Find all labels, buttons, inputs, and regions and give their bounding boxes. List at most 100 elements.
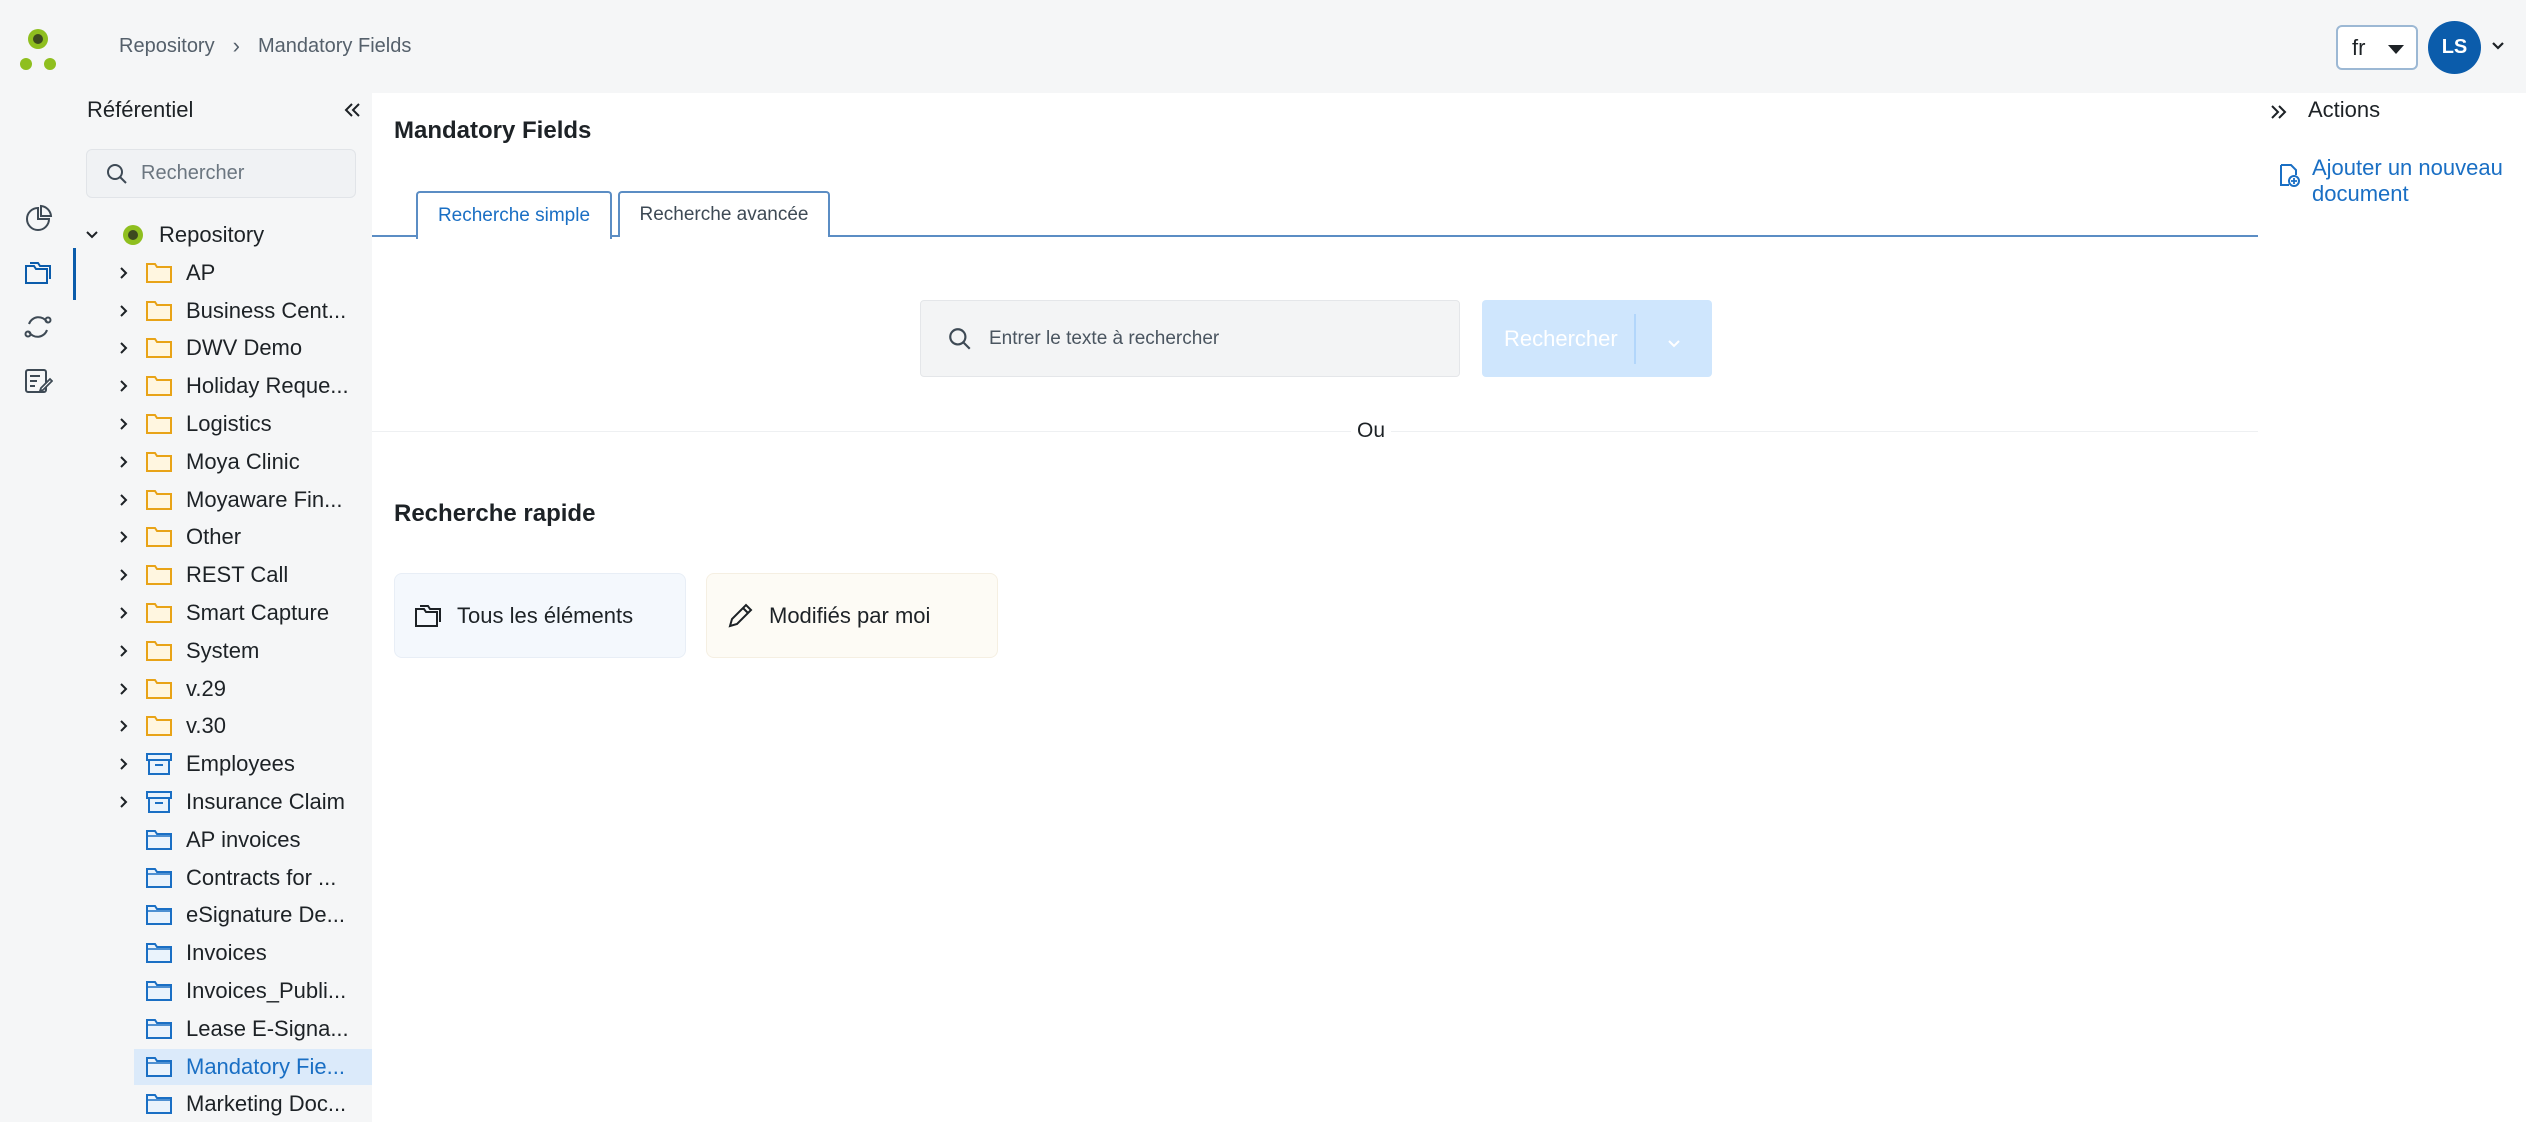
tree-item[interactable]: AP invoices: [76, 822, 372, 858]
tree-item-label: Contracts for ...: [186, 864, 337, 890]
tree-item-label: AP invoices: [186, 826, 301, 852]
archive-icon: [146, 752, 172, 776]
tree-item[interactable]: Moyaware Fin...: [76, 482, 372, 518]
chevron-right-icon[interactable]: [114, 792, 134, 812]
search-folder-icon: [146, 1017, 172, 1041]
folder-icon: [146, 563, 172, 587]
chevron-right-icon[interactable]: [114, 452, 134, 472]
expand-panel-icon[interactable]: [2268, 101, 2290, 128]
quick-modified-by-me-button[interactable]: Modifiés par moi: [706, 573, 998, 658]
language-select[interactable]: fr: [2336, 25, 2418, 70]
chevron-right-icon[interactable]: [114, 679, 134, 699]
tab-advanced-search[interactable]: Recherche avancée: [618, 191, 830, 237]
chevron-right-icon[interactable]: [114, 414, 134, 434]
quick-all-items-button[interactable]: Tous les éléments: [394, 573, 686, 658]
main-content: Mandatory Fields Recherche simple Recher…: [372, 93, 2258, 1122]
search-button[interactable]: Rechercher: [1482, 300, 1712, 377]
search-folder-icon: [146, 903, 172, 927]
chevron-right-icon[interactable]: [114, 527, 134, 547]
tree-item[interactable]: AP: [76, 255, 372, 291]
quick-modified-by-me-label: Modifiés par moi: [769, 602, 931, 628]
search-input[interactable]: Entrer le texte à rechercher: [920, 300, 1460, 377]
tree-item[interactable]: Marketing Doc...: [76, 1086, 372, 1122]
quick-search-title: Recherche rapide: [394, 500, 596, 527]
tree-item[interactable]: Business Cent...: [76, 293, 372, 329]
tree-item[interactable]: Holiday Reque...: [76, 368, 372, 404]
chevron-right-icon[interactable]: [114, 565, 134, 585]
tree-item[interactable]: Smart Capture: [76, 595, 372, 631]
dashboard-icon[interactable]: [22, 203, 54, 235]
folder-icon: [146, 299, 172, 323]
avatar[interactable]: LS: [2428, 21, 2481, 74]
chevron-down-icon[interactable]: [2490, 38, 2506, 59]
tree-item[interactable]: Invoices_Publi...: [76, 973, 372, 1009]
or-divider: [372, 431, 2258, 432]
chevron-right-icon[interactable]: [114, 716, 134, 736]
tree-item[interactable]: Employees: [76, 746, 372, 782]
search-folder-icon: [146, 1055, 172, 1079]
workflow-icon[interactable]: [22, 311, 54, 343]
language-value: fr: [2352, 34, 2366, 60]
chevron-right-icon[interactable]: [114, 754, 134, 774]
tree-item[interactable]: eSignature De...: [76, 897, 372, 933]
tree-search-input[interactable]: Rechercher: [86, 149, 356, 198]
chevron-right-icon[interactable]: [114, 263, 134, 283]
add-document-icon: [2280, 164, 2300, 187]
tree-panel-title: Référentiel: [87, 97, 194, 122]
tree-item-label: Logistics: [186, 411, 272, 436]
search-placeholder: Entrer le texte à rechercher: [989, 327, 1220, 349]
tree-item[interactable]: Logistics: [76, 406, 372, 442]
search-icon: [107, 163, 127, 184]
search-folder-icon: [146, 828, 172, 852]
folders-icon: [415, 604, 441, 627]
page-title: Mandatory Fields: [394, 117, 592, 144]
caret-down-icon: [2388, 45, 2404, 54]
actions-panel: Actions Ajouter un nouveau document: [2258, 93, 2526, 1122]
chevron-right-icon[interactable]: [114, 338, 134, 358]
breadcrumb-item-repository[interactable]: Repository: [119, 35, 215, 58]
left-rail: [0, 93, 76, 1122]
tree-item[interactable]: REST Call: [76, 557, 372, 593]
button-divider: [1634, 314, 1636, 364]
tree-item[interactable]: Invoices: [76, 935, 372, 971]
tree-item[interactable]: Other: [76, 519, 372, 555]
pencil-icon: [728, 603, 753, 627]
tree-item[interactable]: Mandatory Fie...: [134, 1048, 372, 1085]
search-folder-icon: [146, 979, 172, 1003]
chevron-down-icon[interactable]: [1666, 332, 1682, 358]
add-document-link[interactable]: Ajouter un nouveau document: [2278, 155, 2512, 207]
tree-root-repository[interactable]: Repository: [76, 217, 372, 253]
tree-item-label: Lease E-Signa...: [186, 1015, 349, 1041]
chevron-right-icon[interactable]: [114, 490, 134, 510]
chevron-right-icon[interactable]: [114, 603, 134, 623]
chevron-right-icon[interactable]: [114, 376, 134, 396]
tasks-icon[interactable]: [22, 365, 54, 397]
tree-item[interactable]: v.30: [76, 708, 372, 744]
tree-item-label: Employees: [186, 751, 295, 777]
app-logo-icon[interactable]: [18, 26, 58, 72]
tree-item[interactable]: Contracts for ...: [76, 860, 372, 896]
tree-item[interactable]: v.29: [76, 671, 372, 707]
tree-item[interactable]: Moya Clinic: [76, 444, 372, 480]
quick-all-items-label: Tous les éléments: [457, 602, 634, 628]
chevron-right-icon[interactable]: [114, 641, 134, 661]
add-document-label: Ajouter un nouveau document: [2312, 155, 2503, 206]
tree-item[interactable]: Insurance Claim: [76, 784, 372, 820]
tree-item-label: REST Call: [186, 562, 289, 588]
top-bar: Repository › Mandatory Fields fr LS: [0, 0, 2526, 93]
search-icon: [949, 327, 971, 350]
tree-item[interactable]: DWV Demo: [76, 330, 372, 366]
tree-item[interactable]: Lease E-Signa...: [76, 1011, 372, 1047]
folder-icon: [146, 261, 172, 285]
repository-folders-icon[interactable]: [22, 257, 54, 289]
repository-logo-icon: [120, 223, 146, 247]
collapse-panel-icon[interactable]: [341, 99, 363, 126]
tree-item[interactable]: System: [76, 633, 372, 669]
tree-item-label: Invoices: [186, 940, 267, 966]
tree-item-label: Moya Clinic: [186, 448, 300, 474]
tree-item-label: Marketing Doc...: [186, 1091, 347, 1117]
chevron-right-icon[interactable]: [114, 301, 134, 321]
tree-item-label: Holiday Reque...: [186, 373, 349, 399]
tab-simple-search[interactable]: Recherche simple: [416, 191, 612, 239]
chevron-down-icon[interactable]: [82, 225, 102, 245]
